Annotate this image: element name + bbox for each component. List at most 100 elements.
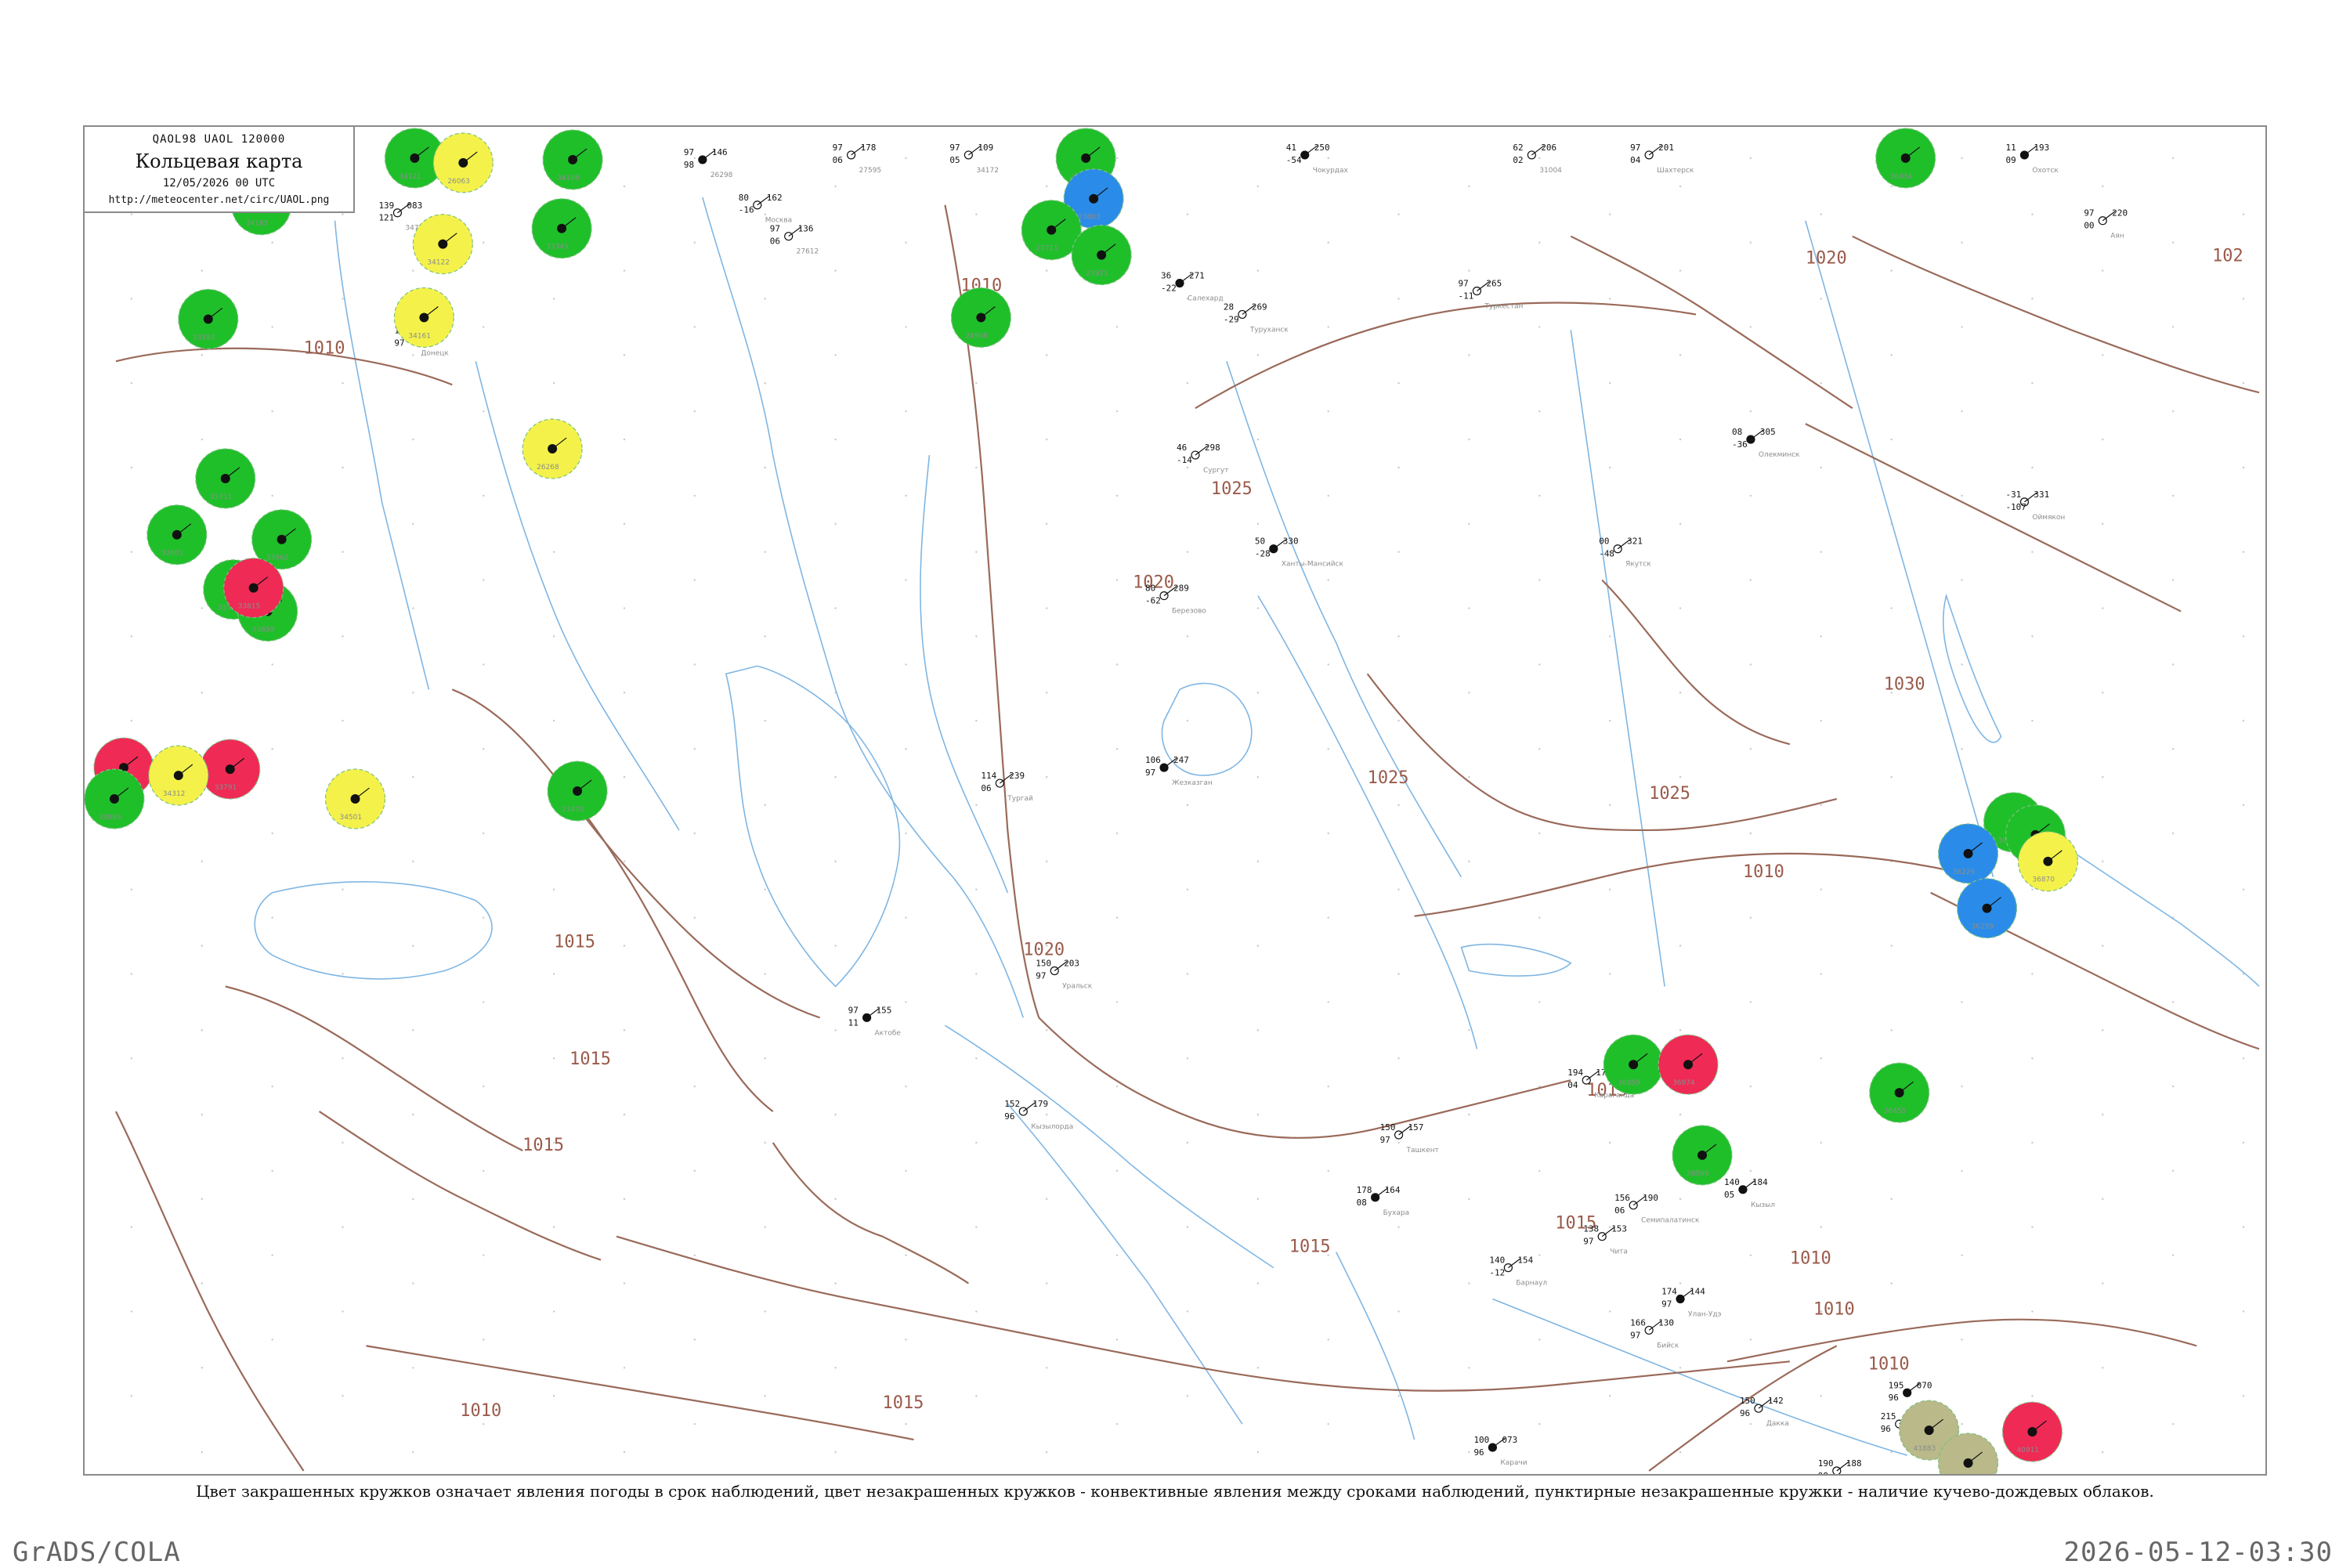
isobar [1366,673,1838,832]
station-temp: 97 [949,143,960,153]
graticule-dot [130,1057,133,1060]
station-dew: 04 [1630,155,1641,165]
graticule-dot [2171,1169,2175,1172]
graticule-dot [1749,1001,1752,1003]
graticule-dot [764,213,766,215]
graticule-dot [905,663,907,666]
station-pressure: 271 [1189,271,1205,281]
graticule-dot [905,1339,907,1341]
station-plot: 155 97 11 Актобе [848,1005,902,1037]
station-dew: -22 [1161,284,1177,294]
marker-station-id: 38599 [1687,1170,1709,1178]
isobar-label: 1010 [460,1401,501,1421]
graticule-dot [834,945,837,947]
graticule-dot [623,522,626,526]
graticule-dot [975,720,978,722]
graticule-dot [483,916,485,919]
graticule-dot [2171,663,2175,666]
graticule-dot [2102,1113,2104,1116]
graticule-dot [1749,832,1752,835]
station-plot: 203 15097 Уральск [1036,959,1093,991]
station-dew: 04 [1567,1080,1578,1090]
graticule-dot [1820,466,1823,469]
graticule-dot [1186,1310,1189,1313]
station-temp: 36 [1161,271,1171,281]
marker-station-id: 24908 [965,332,988,340]
station-name: Салехард [1188,294,1224,302]
marker-station-id: 26268 [537,464,559,471]
marker-station-id: 23711 [1036,245,1058,253]
station-dot-icon [2043,856,2053,866]
station-temp: 195 [1889,1380,1904,1390]
weather-marker: 33791 [200,739,261,800]
graticule-dot [1327,579,1329,581]
station-name: Бийск [1657,1342,1679,1349]
graticule-dot [1820,1226,1823,1228]
graticule-dot [1820,1141,1823,1144]
station-temp: 97 [770,224,780,234]
graticule-dot [975,804,978,807]
isobar [1085,1345,1790,1392]
station-name: Ташкент [1406,1147,1439,1154]
station-dew: -12 [1489,1268,1505,1278]
graticule-dot [483,1001,485,1003]
station-plot: 184 140 05 Кызыл [1724,1177,1775,1209]
graticule-dot [975,382,978,385]
graticule-dot [1961,1001,1963,1003]
weather-marker: 36974 [1658,1034,1719,1095]
graticule-dot [2031,973,2034,975]
graticule-dot [483,410,485,413]
graticule-dot [905,579,907,581]
graticule-dot [1679,185,1682,188]
river-indus [1335,1252,1415,1440]
graticule-dot [623,692,626,694]
station-name: Кызылорда [1031,1123,1073,1131]
graticule-dot [412,438,414,441]
graticule-dot [552,973,555,975]
station-dot-icon [410,153,420,163]
weather-marker: 36455 [1869,1062,1930,1123]
cloud-cover-icon [1159,763,1169,772]
graticule-dot [1046,775,1048,779]
graticule-dot [342,1310,344,1313]
graticule-dot [975,1141,978,1144]
weather-marker: 26268 [522,418,583,479]
graticule-dot [834,185,837,188]
graticule-dot [342,466,344,469]
graticule-dot [342,1057,344,1060]
marker-station-id: 36259 [1972,923,1994,931]
graticule-dot [2031,1395,2034,1397]
station-dot-icon [203,314,213,324]
isobar [451,688,820,1019]
station-plot: 330 50 -28 Ханты-Мансийск [1255,537,1344,569]
graticule-dot [1749,241,1752,244]
graticule-dot [130,466,133,469]
graticule-dot [342,298,344,300]
weather-marker: 24908 [950,287,1011,348]
graticule-dot [552,551,555,553]
graticule-dot [130,1395,133,1397]
graticule-dot [693,663,696,666]
graticule-dot [1679,522,1682,526]
isobar-label: 1020 [1023,941,1065,960]
graticule-dot [2171,747,2175,750]
graticule-dot [1890,438,1893,441]
marker-station-id: 36229 [1953,869,1976,876]
graticule-dot [2031,1310,2034,1313]
graticule-dot [412,775,414,779]
footer-timestamp: 2026-05-12-03:30 [2063,1537,2333,1568]
graticule-dot [1679,1198,1682,1201]
graticule-dot [1327,241,1329,244]
station-temp: 11 [2005,143,2016,153]
graticule-dot [1397,1226,1400,1228]
graticule-dot [271,747,273,750]
station-dot-icon [976,313,986,323]
station-pressure: 298 [1205,443,1220,453]
station-plot: 179 152 96 Кызылорда [1004,1099,1073,1131]
graticule-dot [1397,1395,1400,1397]
marker-station-id: 36870 [2032,876,2055,884]
graticule-dot [342,1395,344,1397]
station-dew: -29 [1224,314,1239,324]
station-dew: 96 [1004,1111,1014,1122]
graticule-dot [2031,720,2034,722]
